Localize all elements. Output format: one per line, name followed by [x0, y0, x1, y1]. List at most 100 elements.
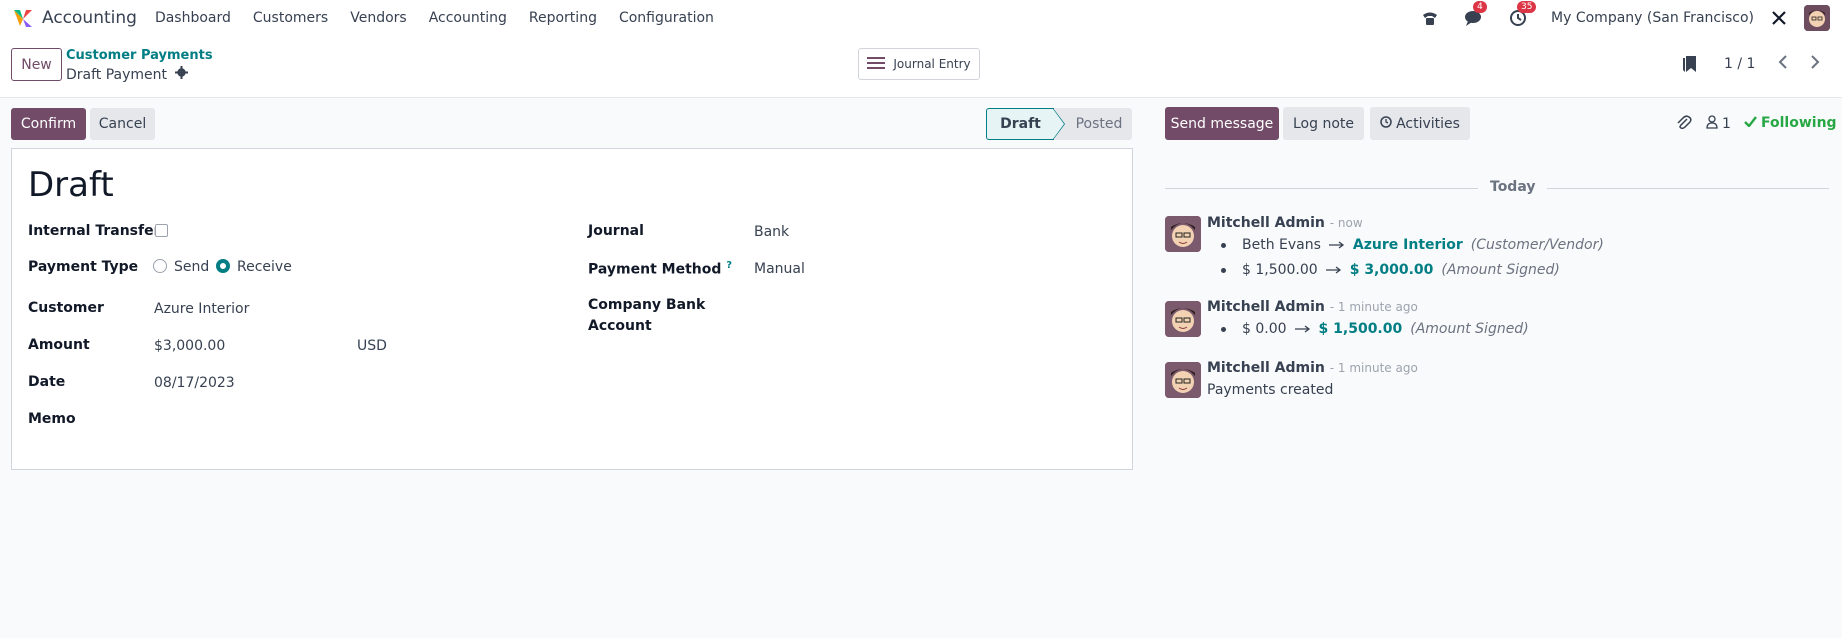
app-name[interactable]: Accounting	[42, 8, 137, 28]
breadcrumb-current-label: Draft Payment	[66, 66, 168, 83]
chevron-right-icon	[1810, 55, 1820, 73]
menu-vendors[interactable]: Vendors	[350, 10, 406, 26]
menu-configuration[interactable]: Configuration	[619, 10, 714, 26]
breadcrumb-parent-link[interactable]: Customer Payments	[66, 48, 213, 63]
messages-badge: 4	[1473, 0, 1487, 13]
message-author-name: Mitchell Admin	[1207, 299, 1325, 315]
payment-method-field[interactable]: Manual	[754, 261, 805, 277]
control-panel: New Customer Payments Draft Payment Jour…	[0, 35, 1842, 98]
tracking-old-value: $ 1,500.00	[1242, 262, 1318, 278]
tracking-change: Beth Evans Azure Interior (Customer/Vend…	[1221, 237, 1604, 253]
send-message-button[interactable]: Send message	[1165, 107, 1279, 140]
record-title: Draft	[28, 165, 114, 205]
followers-button[interactable]: 1	[1706, 115, 1731, 133]
tracking-new-value: Azure Interior	[1352, 237, 1463, 253]
menu-dashboard[interactable]: Dashboard	[155, 10, 231, 26]
tracking-old-value: $ 0.00	[1242, 321, 1287, 337]
menu-customers[interactable]: Customers	[253, 10, 328, 26]
company-switcher[interactable]: My Company (San Francisco)	[1551, 10, 1754, 26]
check-icon	[1744, 115, 1757, 131]
payment-type-receive-radio[interactable]	[216, 259, 230, 273]
following-label: Following	[1761, 115, 1837, 131]
customer-label: Customer	[28, 300, 104, 316]
tracking-old-value: Beth Evans	[1242, 237, 1321, 253]
internal-transfer-checkbox[interactable]	[155, 224, 168, 237]
breadcrumb-current: Draft Payment	[66, 66, 189, 83]
stage-posted[interactable]: Posted	[1054, 108, 1132, 140]
help-tooltip-icon[interactable]: ?	[726, 260, 732, 271]
currency-field[interactable]: USD	[357, 338, 387, 354]
journal-field[interactable]: Bank	[754, 224, 789, 240]
memo-label: Memo	[28, 411, 76, 427]
date-field[interactable]: 08/17/2023	[154, 375, 235, 391]
pager-value[interactable]: 1 / 1	[1724, 56, 1755, 72]
payment-type-send-label[interactable]: Send	[174, 259, 209, 275]
company-bank-label-line2: Account	[588, 318, 652, 334]
following-button[interactable]: Following	[1744, 115, 1837, 131]
messages-icon[interactable]: 4	[1463, 0, 1487, 29]
message-time: - now	[1329, 216, 1363, 230]
user-avatar[interactable]	[1804, 4, 1830, 31]
log-note-button[interactable]: Log note	[1283, 107, 1364, 140]
message-author[interactable]: Mitchell Admin - now	[1207, 215, 1363, 231]
tracking-new-value: $ 1,500.00	[1318, 321, 1403, 337]
amount-label: Amount	[28, 337, 90, 353]
activities-label: Activities	[1396, 115, 1460, 132]
message-author-name: Mitchell Admin	[1207, 360, 1325, 376]
arrow-right-icon	[1294, 321, 1311, 337]
top-navbar: Accounting Dashboard Customers Vendors A…	[0, 0, 1842, 35]
internal-transfer-label: Internal Transfer	[28, 223, 161, 239]
activities-clock-icon[interactable]: 35	[1507, 0, 1537, 29]
clock-icon	[1380, 115, 1392, 132]
pager-previous-button[interactable]	[1768, 48, 1798, 80]
tracking-change: $ 1,500.00 $ 3,000.00 (Amount Signed)	[1221, 262, 1560, 278]
stage-draft[interactable]: Draft	[986, 108, 1054, 140]
menu-reporting[interactable]: Reporting	[529, 10, 597, 26]
tracking-change: $ 0.00 $ 1,500.00 (Amount Signed)	[1221, 321, 1529, 337]
paperclip-icon[interactable]	[1676, 115, 1692, 135]
confirm-button[interactable]: Confirm	[11, 108, 86, 140]
message-time: - 1 minute ago	[1329, 361, 1418, 375]
amount-field[interactable]: $3,000.00	[154, 338, 225, 354]
message-author-name: Mitchell Admin	[1207, 215, 1325, 231]
bookmark-icon[interactable]	[1682, 55, 1698, 77]
journal-entry-button[interactable]: Journal Entry	[858, 48, 980, 80]
arrow-right-icon	[1325, 262, 1342, 278]
payment-type-label: Payment Type	[28, 259, 139, 275]
date-separator-today: Today	[1478, 179, 1548, 195]
payment-method-label-text: Payment Method	[588, 261, 722, 278]
company-bank-label-line1: Company Bank	[588, 297, 706, 313]
debug-tools-icon[interactable]	[1768, 7, 1790, 29]
tracking-field-name: (Customer/Vendor)	[1470, 237, 1604, 253]
chevron-left-icon	[1778, 55, 1788, 73]
bullet-icon	[1221, 242, 1226, 248]
payment-type-send-radio[interactable]	[153, 259, 167, 273]
message-avatar[interactable]	[1165, 301, 1201, 337]
customer-field[interactable]: Azure Interior	[154, 301, 249, 317]
form-sheet: Draft Internal Transfer Payment Type Sen…	[11, 148, 1133, 470]
new-button[interactable]: New	[11, 48, 62, 81]
payment-type-receive-label[interactable]: Receive	[237, 259, 292, 275]
bullet-icon	[1221, 326, 1226, 332]
activities-button[interactable]: Activities	[1370, 107, 1470, 140]
message-avatar[interactable]	[1165, 216, 1201, 252]
message-time: - 1 minute ago	[1329, 300, 1418, 314]
pager-next-button[interactable]	[1800, 48, 1830, 80]
bullet-icon	[1221, 267, 1226, 273]
app-logo-icon[interactable]	[12, 7, 34, 29]
arrow-right-icon	[1328, 237, 1345, 253]
payment-method-label: Payment Method ?	[588, 260, 732, 278]
cancel-button[interactable]: Cancel	[90, 108, 155, 140]
list-bars-icon	[867, 56, 886, 73]
message-author[interactable]: Mitchell Admin - 1 minute ago	[1207, 299, 1418, 315]
tracking-new-value: $ 3,000.00	[1349, 262, 1434, 278]
menu-accounting[interactable]: Accounting	[429, 10, 507, 26]
message-body: Payments created	[1207, 382, 1334, 398]
date-label: Date	[28, 374, 66, 390]
message-author[interactable]: Mitchell Admin - 1 minute ago	[1207, 360, 1418, 376]
gear-icon[interactable]	[175, 66, 189, 83]
tracking-field-name: (Amount Signed)	[1410, 321, 1529, 337]
phone-icon[interactable]	[1419, 7, 1441, 29]
followers-count: 1	[1722, 116, 1731, 132]
message-avatar[interactable]	[1165, 362, 1201, 398]
